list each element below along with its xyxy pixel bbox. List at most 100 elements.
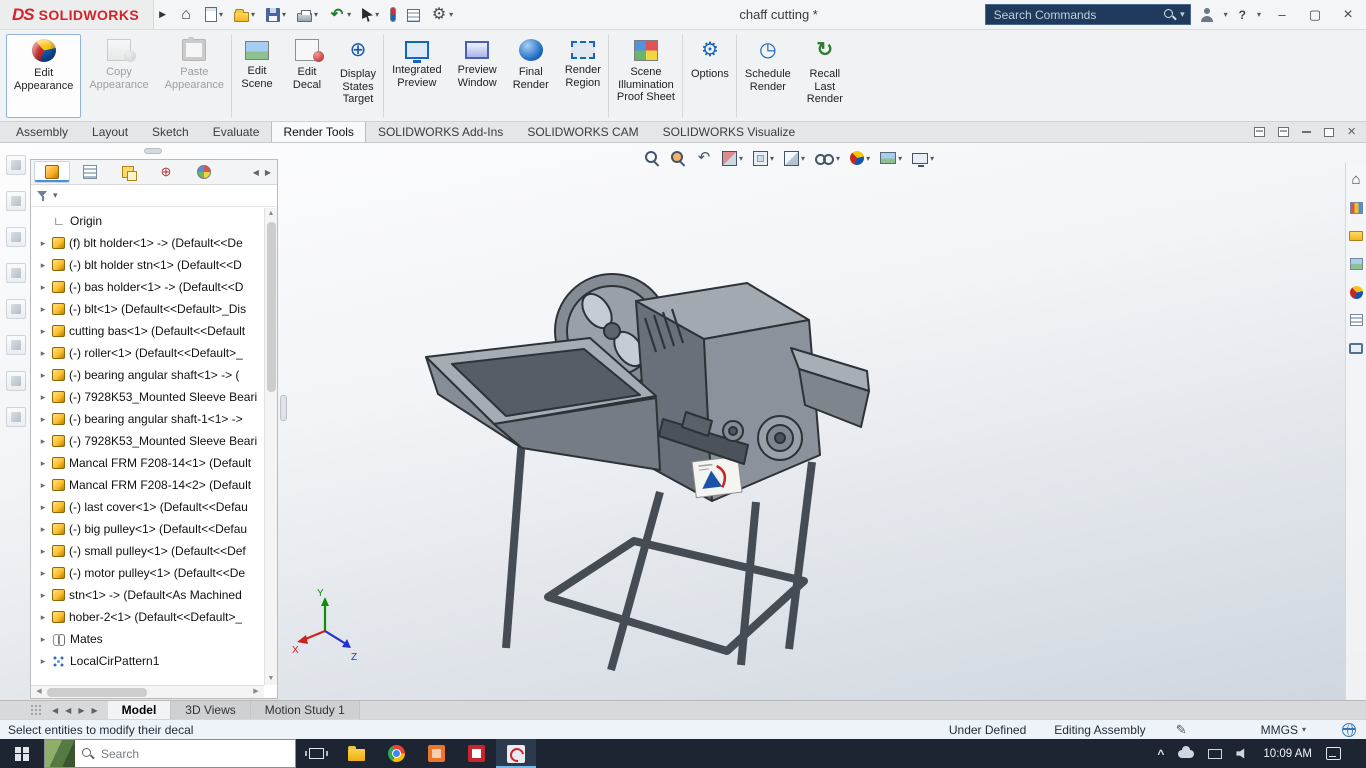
expand-arrow-icon[interactable] <box>38 304 48 315</box>
scroll-up-icon[interactable] <box>268 208 275 220</box>
tree-item[interactable]: LocalCirPattern1 <box>31 650 264 672</box>
ribbon-button[interactable]: ◷ Schedule Render <box>737 34 799 118</box>
minimize-button[interactable]: – <box>1270 7 1294 22</box>
expand-arrow-icon[interactable] <box>38 590 48 601</box>
web-status-icon[interactable] <box>1342 722 1356 737</box>
tree-item[interactable]: (-) blt holder stn<1> (Default<<D <box>31 254 264 276</box>
next-document-icon[interactable] <box>1278 127 1290 137</box>
expand-arrow-icon[interactable] <box>38 282 48 293</box>
pinned-app-button[interactable] <box>456 739 496 768</box>
quick-tool-button[interactable] <box>230 5 259 24</box>
command-tab[interactable]: Layout <box>80 121 140 142</box>
task-pane-tab[interactable] <box>1347 171 1365 189</box>
command-search[interactable] <box>984 4 1191 25</box>
expand-arrow-icon[interactable] <box>38 502 48 513</box>
expand-arrow-icon[interactable] <box>38 568 48 579</box>
command-search-input[interactable] <box>993 7 1164 22</box>
dropdown-caret-icon[interactable] <box>251 10 255 19</box>
quick-tool-button[interactable] <box>262 5 290 24</box>
tree-item[interactable]: hober-2<1> (Default<<Default>_ <box>31 606 264 628</box>
dropdown-caret-icon[interactable] <box>866 154 870 163</box>
scroll-left-icon[interactable] <box>33 686 45 698</box>
ribbon-button[interactable]: Final Render <box>505 34 557 118</box>
minimize-document-icon[interactable] <box>1302 131 1312 133</box>
quick-tool-button[interactable] <box>174 5 198 25</box>
tree-item[interactable]: Mancal FRM F208-14<2> (Default <box>31 474 264 496</box>
panel-splitter-handle[interactable] <box>280 395 287 421</box>
ribbon-button[interactable]: Edit Scene <box>232 34 282 118</box>
expand-arrow-icon[interactable] <box>38 348 48 359</box>
dropdown-caret-icon[interactable] <box>347 10 351 19</box>
dropdown-caret-icon[interactable] <box>898 154 902 163</box>
unit-system[interactable]: MMGS <box>1261 723 1298 737</box>
task-pane-tab[interactable] <box>1347 339 1365 357</box>
quick-tool-button[interactable] <box>427 5 457 25</box>
tree-item[interactable]: stn<1> -> (Default<As Machined <box>31 584 264 606</box>
taskbar-clock[interactable]: 10:09 AM <box>1263 748 1312 760</box>
filter-caret-icon[interactable] <box>53 190 58 201</box>
chaff-cutter-model[interactable] <box>425 273 870 672</box>
ribbon-button[interactable]: Integrated Preview <box>384 34 450 118</box>
ribbon-button[interactable]: Render Region <box>557 34 609 118</box>
tree-item[interactable]: cutting bas<1> (Default<<Default <box>31 320 264 342</box>
volume-icon[interactable] <box>1236 748 1245 759</box>
tree-item[interactable]: (-) blt<1> (Default<<Default>_Dis <box>31 298 264 320</box>
user-account-icon[interactable] <box>1200 7 1215 22</box>
tree-item[interactable]: (-) roller<1> (Default<<Default>_ <box>31 342 264 364</box>
side-tool-icon[interactable] <box>6 191 26 211</box>
view-tool-button[interactable] <box>644 150 660 166</box>
expand-arrow-icon[interactable] <box>38 524 48 535</box>
tree-horizontal-scrollbar[interactable] <box>31 685 264 698</box>
expand-arrow-icon[interactable] <box>38 634 48 645</box>
scrollbar-thumb[interactable] <box>266 222 276 392</box>
view-tool-button[interactable] <box>912 152 934 167</box>
tree-item[interactable]: (-) big pulley<1> (Default<<Defau <box>31 518 264 540</box>
panel-tab[interactable] <box>72 161 108 183</box>
side-tool-icon[interactable] <box>6 407 26 427</box>
quick-tool-button[interactable] <box>386 5 400 24</box>
ribbon-button[interactable]: ↻ Recall Last Render <box>799 34 851 118</box>
help-button[interactable]: ? <box>1237 8 1248 22</box>
expand-arrow-icon[interactable] <box>38 612 48 623</box>
command-tab[interactable]: Render Tools <box>271 121 366 142</box>
view-tool-button[interactable] <box>670 150 686 166</box>
solidworks-app-button[interactable] <box>496 739 536 768</box>
tree-item[interactable]: (-) motor pulley<1> (Default<<De <box>31 562 264 584</box>
search-highlight-image[interactable] <box>45 740 75 767</box>
restore-document-icon[interactable] <box>1324 127 1335 137</box>
action-center-icon[interactable] <box>1326 747 1341 760</box>
view-tool-button[interactable] <box>815 152 840 165</box>
expand-arrow-icon[interactable] <box>38 458 48 469</box>
task-pane-tab[interactable] <box>1347 255 1365 273</box>
close-button[interactable]: × <box>1336 6 1360 24</box>
search-icon[interactable] <box>1163 8 1177 22</box>
scrollbar-thumb[interactable] <box>47 687 147 697</box>
tree-item[interactable]: Origin <box>31 210 264 232</box>
task-pane-tab[interactable] <box>1347 283 1365 301</box>
cloud-sync-icon[interactable] <box>1178 745 1195 758</box>
dropdown-caret-icon[interactable] <box>801 154 805 163</box>
dropdown-caret-icon[interactable] <box>282 10 286 19</box>
tree-vertical-scrollbar[interactable] <box>264 208 277 685</box>
expand-arrow-icon[interactable] <box>38 392 48 403</box>
toolbar-flyout-icon[interactable] <box>159 9 166 20</box>
tree-item[interactable]: (f) blt holder<1> -> (Default<<De <box>31 232 264 254</box>
last-tab-icon[interactable] <box>91 706 97 715</box>
maximize-button[interactable]: ▢ <box>1303 7 1327 23</box>
tree-item[interactable]: Mates <box>31 628 264 650</box>
next-tab-icon[interactable] <box>78 706 84 715</box>
document-tab[interactable]: 3D Views <box>171 701 251 719</box>
task-pane-tab[interactable] <box>1347 311 1365 329</box>
quick-tool-button[interactable] <box>358 5 383 24</box>
tree-item[interactable]: (-) 7928K53_Mounted Sleeve Beari <box>31 386 264 408</box>
quick-tool-button[interactable] <box>201 5 227 24</box>
quick-tool-button[interactable] <box>293 6 322 24</box>
panel-collapse-handle[interactable] <box>144 148 162 154</box>
expand-arrow-icon[interactable] <box>38 480 48 491</box>
expand-arrow-icon[interactable] <box>38 546 48 557</box>
scroll-right-icon[interactable] <box>250 686 262 698</box>
search-scope-caret-icon[interactable] <box>1180 9 1185 20</box>
previous-tab-icon[interactable] <box>65 706 71 715</box>
panel-tab-scroll-left-icon[interactable] <box>250 168 262 177</box>
file-explorer-button[interactable] <box>336 739 376 768</box>
